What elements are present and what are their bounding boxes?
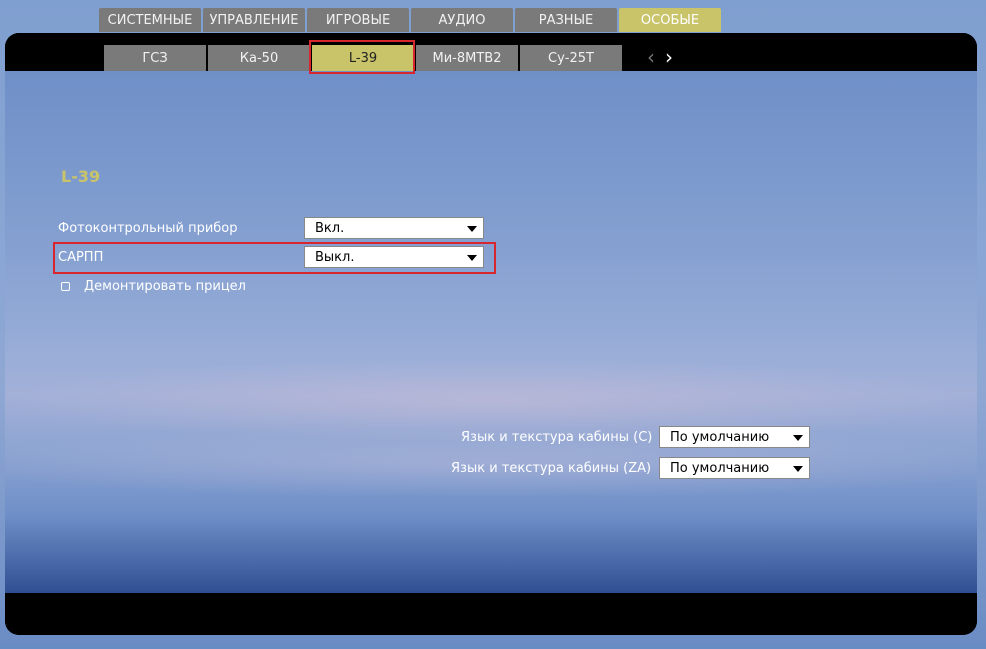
sarpp-label: САРПП <box>58 250 104 265</box>
dropdown-arrow-icon <box>793 466 803 472</box>
cockpit-za-value: По умолчанию <box>670 460 770 476</box>
cockpit-c-value: По умолчанию <box>670 429 770 445</box>
tab-ka50[interactable]: Ка-50 <box>208 45 310 71</box>
top-tab-bar: СИСТЕМНЫЕ УПРАВЛЕНИЕ ИГРОВЫЕ АУДИО РАЗНЫ… <box>99 8 721 32</box>
tab-scroll-arrows: ‹ › <box>647 47 673 67</box>
photo-recorder-dropdown[interactable]: Вкл. <box>304 217 484 239</box>
tab-special[interactable]: ОСОБЫЕ <box>619 8 721 32</box>
photo-recorder-value: Вкл. <box>315 220 345 236</box>
sarpp-value: Выкл. <box>315 249 355 265</box>
photo-recorder-label: Фотоконтрольный прибор <box>58 221 238 236</box>
cockpit-za-label: Язык и текстура кабины (ZA) <box>451 461 652 476</box>
module-tab-bar: ГСЗ Ка-50 L-39 Ми-8МТВ2 Су-25Т <box>104 45 622 71</box>
tab-su25t[interactable]: Су-25Т <box>520 45 622 71</box>
tab-gameplay[interactable]: ИГРОВЫЕ <box>307 8 409 32</box>
sarpp-dropdown[interactable]: Выкл. <box>304 246 484 268</box>
cockpit-za-dropdown[interactable]: По умолчанию <box>659 457 810 479</box>
tab-gsz[interactable]: ГСЗ <box>104 45 206 71</box>
dropdown-arrow-icon <box>467 255 477 261</box>
footer-strip <box>5 593 977 635</box>
tab-controls[interactable]: УПРАВЛЕНИЕ <box>203 8 305 32</box>
remove-sight-checkbox[interactable] <box>61 282 70 291</box>
tab-misc[interactable]: РАЗНЫЕ <box>515 8 617 32</box>
options-panel: ГСЗ Ка-50 L-39 Ми-8МТВ2 Су-25Т ‹ › <box>5 33 977 635</box>
tab-system[interactable]: СИСТЕМНЫЕ <box>99 8 201 32</box>
chevron-left-icon[interactable]: ‹ <box>647 47 655 67</box>
chevron-right-icon[interactable]: › <box>665 47 673 67</box>
content-area <box>5 71 977 593</box>
tab-l39[interactable]: L-39 <box>312 45 414 71</box>
dropdown-arrow-icon <box>467 226 477 232</box>
dropdown-arrow-icon <box>793 435 803 441</box>
remove-sight-label: Демонтировать прицел <box>84 279 246 294</box>
cockpit-c-label: Язык и текстура кабины (C) <box>461 430 653 445</box>
cockpit-c-dropdown[interactable]: По умолчанию <box>659 426 810 448</box>
section-title: L-39 <box>61 167 101 186</box>
tab-audio[interactable]: АУДИО <box>411 8 513 32</box>
tab-mi8[interactable]: Ми-8МТВ2 <box>416 45 518 71</box>
